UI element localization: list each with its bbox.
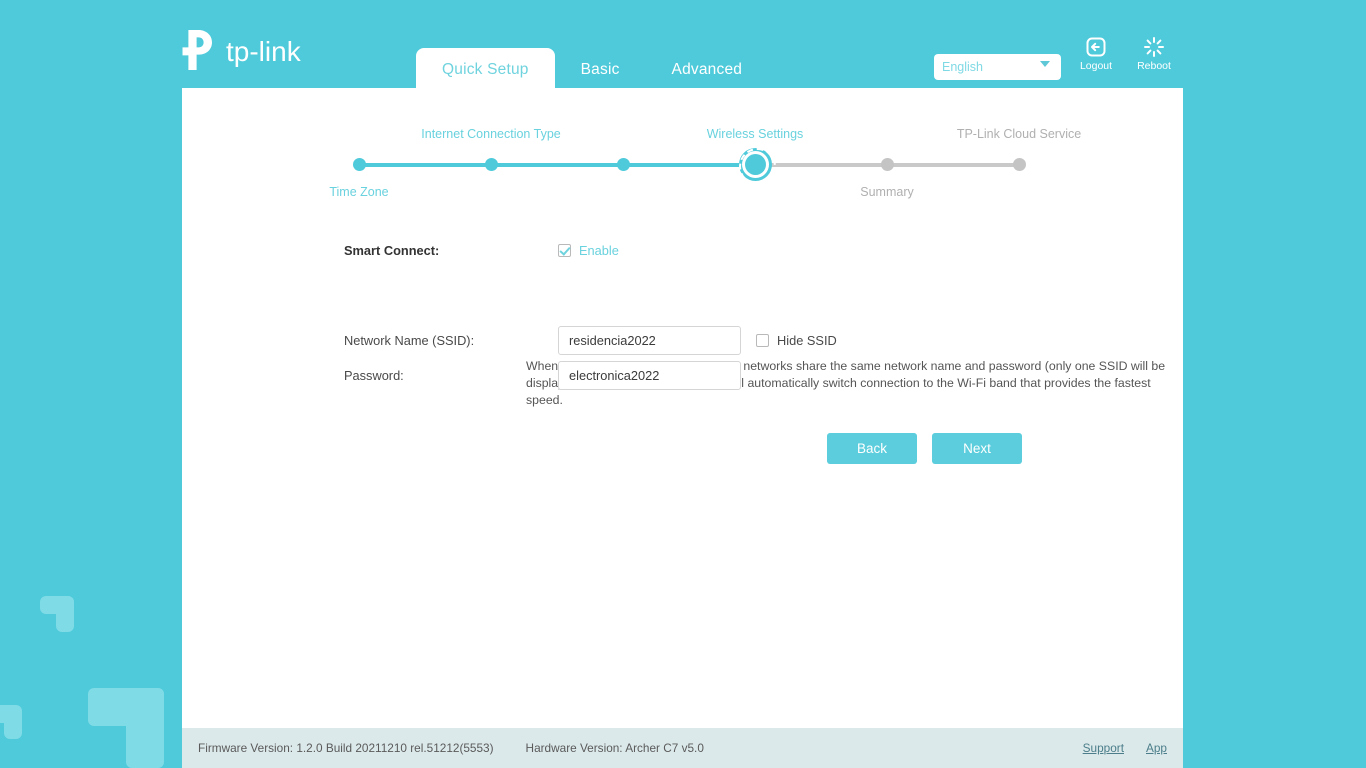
smart-connect-label: Smart Connect: (344, 243, 440, 258)
password-label-row: Password: (344, 368, 404, 383)
logout-icon (1085, 36, 1107, 58)
tab-quick-setup[interactable]: Quick Setup (416, 48, 555, 92)
password-label: Password: (344, 368, 404, 383)
ssid-input[interactable] (558, 326, 741, 355)
firmware-version: Firmware Version: 1.2.0 Build 20211210 r… (198, 741, 494, 755)
logout-label: Logout (1079, 60, 1113, 72)
app-link[interactable]: App (1146, 741, 1167, 755)
content-panel: Time Zone Internet Connection Type Wirel… (182, 88, 1183, 728)
stepper-label-internet-connection-type: Internet Connection Type (421, 127, 561, 141)
stepper-dot-time-zone[interactable] (353, 158, 366, 171)
main-tabs: Quick Setup Basic Advanced (416, 48, 768, 92)
tp-link-logo: tp-link (182, 28, 314, 72)
ssid-label-row: Network Name (SSID): (344, 333, 474, 348)
password-input[interactable] (558, 361, 741, 390)
language-select[interactable]: English (934, 54, 1061, 80)
hide-ssid-checkbox[interactable] (756, 334, 769, 347)
setup-progress-stepper: Time Zone Internet Connection Type Wirel… (182, 88, 1183, 208)
password-input-row (558, 361, 741, 390)
app-footer: Firmware Version: 1.2.0 Build 20211210 r… (182, 728, 1183, 768)
stepper-label-tp-link-cloud-service: TP-Link Cloud Service (956, 127, 1082, 141)
tab-advanced[interactable]: Advanced (646, 48, 769, 92)
stepper-dot-step-3[interactable] (617, 158, 630, 171)
reboot-button[interactable]: Reboot (1124, 36, 1184, 72)
stepper-dot-wireless-settings[interactable] (739, 148, 776, 185)
stepper-dot-internet-connection-type[interactable] (485, 158, 498, 171)
stepper-dot-tp-link-cloud-service[interactable] (1013, 158, 1026, 171)
hide-ssid-row: Hide SSID (756, 333, 837, 348)
next-button[interactable]: Next (932, 433, 1022, 464)
stepper-label-wireless-settings: Wireless Settings (706, 127, 804, 141)
stepper-label-time-zone: Time Zone (329, 185, 389, 199)
reboot-label: Reboot (1137, 60, 1171, 72)
reboot-icon (1143, 36, 1165, 58)
hardware-version: Hardware Version: Archer C7 v5.0 (525, 741, 704, 755)
smart-connect-enable-checkbox[interactable] (558, 244, 571, 257)
stepper-dot-summary[interactable] (881, 158, 894, 171)
tab-basic-label: Basic (580, 61, 620, 78)
decor-square-4 (4, 705, 22, 739)
stepper-label-summary: Summary (860, 185, 914, 199)
smart-connect-enable-row: Enable (558, 243, 619, 258)
smart-connect-label-row: Smart Connect: (344, 243, 439, 258)
back-button[interactable]: Back (827, 433, 917, 464)
svg-text:tp-link: tp-link (226, 36, 302, 67)
app-header: tp-link Quick Setup Basic Advanced Engli… (0, 0, 1366, 92)
tab-basic[interactable]: Basic (555, 48, 646, 92)
support-link[interactable]: Support (1083, 741, 1124, 755)
stepper-line-completed (359, 163, 755, 167)
tab-quick-setup-label: Quick Setup (442, 61, 529, 78)
smart-connect-enable-label[interactable]: Enable (579, 243, 619, 258)
ssid-label: Network Name (SSID): (344, 333, 475, 348)
logout-button[interactable]: Logout (1066, 36, 1126, 72)
decor-square-2 (56, 596, 74, 632)
ssid-input-row (558, 326, 741, 355)
hide-ssid-label[interactable]: Hide SSID (777, 333, 837, 348)
tab-advanced-label: Advanced (671, 61, 743, 78)
decor-square-6 (126, 688, 164, 768)
form-actions: Back Next (827, 433, 1022, 464)
